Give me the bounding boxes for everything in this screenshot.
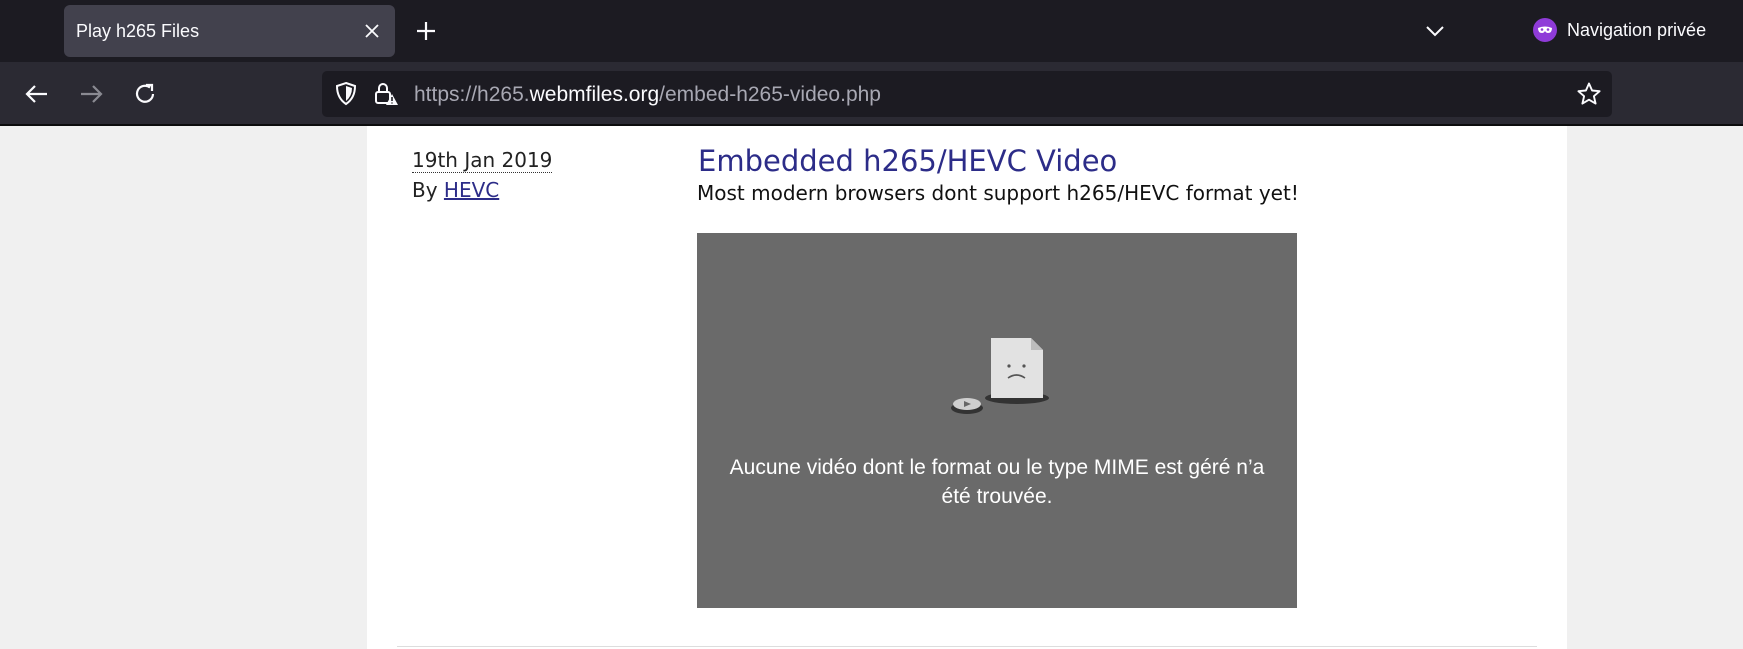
video-error-message: Aucune vidéo dont le format ou le type M… (729, 456, 1265, 508)
back-arrow-icon[interactable] (23, 80, 51, 108)
private-label: Navigation privée (1567, 19, 1707, 40)
author-link[interactable]: HEVC (444, 178, 499, 202)
shield-icon[interactable] (333, 81, 359, 107)
tab-title: Play h265 Files (76, 21, 200, 41)
chevron-down-icon[interactable] (1423, 20, 1447, 42)
post-author-line: By HEVC (412, 178, 499, 202)
private-browsing-indicator: Navigation privée (1533, 14, 1706, 46)
plus-icon[interactable] (414, 19, 438, 43)
private-mask-icon (1533, 18, 1557, 42)
page-content: 19th Jan 2019 By HEVC Embedded h265/HEVC… (367, 126, 1567, 649)
post-date: 19th Jan 2019 (412, 148, 553, 173)
post-title[interactable]: Embedded h265/HEVC Video (698, 143, 1117, 179)
divider (397, 646, 1537, 647)
url-path: /embed-h265-video.php (659, 83, 881, 106)
reload-icon[interactable] (131, 80, 159, 108)
navigation-toolbar: https://h265.webmfiles.org/embed-h265-vi… (0, 62, 1743, 126)
video-player[interactable]: Aucune vidéo dont le format ou le type M… (697, 233, 1297, 608)
url-prefix: https://h265. (414, 83, 530, 106)
active-tab[interactable]: Play h265 Files (64, 5, 395, 57)
url-text[interactable]: https://h265.webmfiles.org/embed-h265-vi… (414, 83, 881, 107)
forward-arrow-icon[interactable] (77, 80, 105, 108)
by-label: By (412, 178, 438, 202)
tab-strip: Play h265 Files Navigation privée (0, 0, 1743, 62)
broken-video-icon (951, 338, 1049, 414)
star-icon[interactable] (1576, 81, 1602, 107)
post-subtitle: Most modern browsers dont support h265/H… (697, 181, 1299, 205)
page-viewport: 19th Jan 2019 By HEVC Embedded h265/HEVC… (0, 126, 1743, 649)
url-host: webmfiles.org (529, 83, 660, 106)
lock-warning-icon[interactable] (373, 81, 399, 107)
address-bar[interactable]: https://h265.webmfiles.org/embed-h265-vi… (322, 71, 1612, 117)
close-icon[interactable] (363, 22, 381, 40)
